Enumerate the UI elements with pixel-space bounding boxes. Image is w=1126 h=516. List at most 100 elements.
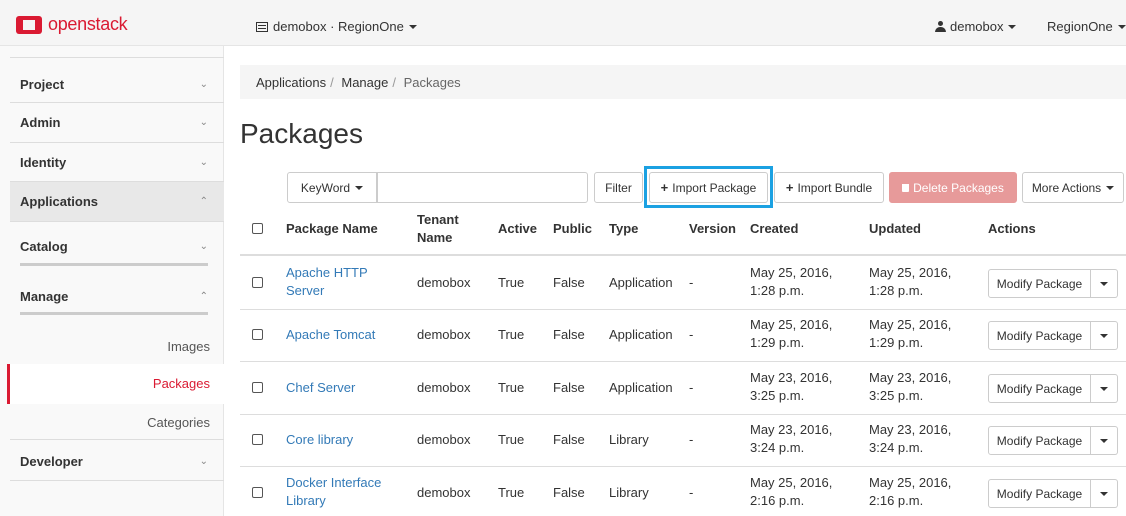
region-menu[interactable]: RegionOne <box>1047 19 1126 34</box>
delete-packages-label: Delete Packages <box>913 180 1004 195</box>
row-checkbox[interactable] <box>252 277 263 288</box>
type-cell: Library <box>609 485 649 500</box>
updated-cell-time: 1:29 p.m. <box>869 335 924 350</box>
sidebar-item-project[interactable]: Project ⌄ <box>10 66 224 103</box>
sidebar-item-label: Identity <box>20 155 67 170</box>
created-cell-time: 2:16 p.m. <box>750 493 805 508</box>
header-updated[interactable]: Updated <box>869 221 921 236</box>
created-cell-date: May 25, 2016, <box>750 317 833 332</box>
tenant-cell: demobox <box>417 432 471 447</box>
header-package-name[interactable]: Package Name <box>286 221 378 236</box>
delete-packages-button[interactable]: Delete Packages <box>889 172 1017 203</box>
created-cell-date: May 25, 2016, <box>750 265 833 280</box>
sidebar-item-admin[interactable]: Admin ⌄ <box>10 103 224 143</box>
sidebar-item-images[interactable]: Images <box>10 330 224 364</box>
header-created[interactable]: Created <box>750 221 798 236</box>
header-tenant-line2[interactable]: Name <box>417 230 452 245</box>
sidebar-item-categories[interactable]: Categories <box>10 406 224 440</box>
type-cell: Application <box>609 275 673 290</box>
version-cell: - <box>689 327 694 342</box>
modify-package-button[interactable]: Modify Package <box>988 269 1091 298</box>
header-public[interactable]: Public <box>553 221 592 236</box>
modify-package-button[interactable]: Modify Package <box>988 321 1091 350</box>
modify-package-button[interactable]: Modify Package <box>988 374 1091 403</box>
package-name-link[interactable]: Docker Interface <box>286 475 381 490</box>
sidebar-item-applications[interactable]: Applications ⌃ <box>10 182 224 222</box>
type-cell: Library <box>609 432 649 447</box>
import-bundle-button[interactable]: + Import Bundle <box>774 172 884 203</box>
sidebar-item-label: Applications <box>20 194 99 209</box>
modify-package-button[interactable]: Modify Package <box>988 426 1091 455</box>
type-cell: Application <box>609 380 673 395</box>
header-version[interactable]: Version <box>689 221 736 236</box>
version-cell: - <box>689 432 694 447</box>
chevron-down-icon: ⌄ <box>199 79 208 90</box>
package-name-link[interactable]: Core library <box>286 432 353 447</box>
top-navbar: openstack demobox · RegionOne demobox Re… <box>0 0 1126 46</box>
row-checkbox[interactable] <box>252 434 263 445</box>
updated-cell-time: 1:28 p.m. <box>869 283 924 298</box>
user-menu[interactable]: demobox <box>935 19 1017 34</box>
filter-field-label: KeyWord <box>300 180 351 195</box>
created-cell-time: 1:28 p.m. <box>750 283 805 298</box>
import-package-button[interactable]: + Import Package <box>649 172 768 203</box>
chevron-down-icon: ⌄ <box>199 157 208 168</box>
sidebar-item-developer[interactable]: Developer ⌄ <box>10 443 224 481</box>
type-cell: Application <box>609 327 673 342</box>
version-cell: - <box>689 275 694 290</box>
header-tenant-line1[interactable]: Tenant <box>417 212 459 227</box>
sidebar-item-catalog[interactable]: Catalog ⌄ <box>10 222 224 274</box>
trash-icon <box>902 183 910 192</box>
public-cell: False <box>553 275 585 290</box>
sidebar-top-strip <box>10 46 224 58</box>
package-name-link[interactable]: Apache Tomcat <box>286 327 375 342</box>
package-name-link[interactable]: Apache HTTP <box>286 265 368 280</box>
updated-cell-time: 3:24 p.m. <box>869 440 924 455</box>
select-all-checkbox[interactable] <box>252 223 263 234</box>
public-cell: False <box>553 380 585 395</box>
sidebar-item-packages[interactable]: Packages <box>7 364 224 404</box>
active-cell: True <box>498 275 525 290</box>
project-switcher-label: demobox · RegionOne <box>273 19 404 34</box>
created-cell-time: 3:25 p.m. <box>750 388 805 403</box>
more-actions-label: More Actions <box>1031 180 1102 195</box>
breadcrumb-packages: Packages <box>403 75 461 90</box>
package-name-link-line2[interactable]: Library <box>286 493 326 508</box>
package-name-link[interactable]: Chef Server <box>286 380 355 395</box>
row-divider <box>240 466 1126 467</box>
sidebar-item-label: Catalog <box>20 239 68 254</box>
row-checkbox[interactable] <box>252 487 263 498</box>
filter-button[interactable]: Filter <box>594 172 643 203</box>
more-actions-button[interactable]: More Actions <box>1022 172 1124 203</box>
modify-package-button[interactable]: Modify Package <box>988 479 1091 508</box>
updated-cell-date: May 23, 2016, <box>869 370 952 385</box>
action-dropdown-toggle[interactable] <box>1091 426 1118 455</box>
header-active[interactable]: Active <box>498 221 537 236</box>
row-divider <box>240 309 1126 310</box>
project-switcher[interactable]: demobox · RegionOne <box>256 19 417 34</box>
openstack-logo[interactable]: openstack <box>16 14 128 35</box>
sidebar-item-label: Developer <box>20 454 83 469</box>
header-type[interactable]: Type <box>609 221 638 236</box>
tenant-cell: demobox <box>417 327 471 342</box>
active-cell: True <box>498 485 525 500</box>
sidebar-item-identity[interactable]: Identity ⌄ <box>10 143 224 182</box>
breadcrumb-manage[interactable]: Manage <box>341 75 388 90</box>
action-dropdown-toggle[interactable] <box>1091 321 1118 350</box>
chevron-up-icon: ⌃ <box>199 196 208 207</box>
row-checkbox[interactable] <box>252 382 263 393</box>
filter-field-dropdown[interactable]: KeyWord <box>287 172 377 203</box>
created-cell-time: 1:29 p.m. <box>750 335 805 350</box>
filter-input[interactable] <box>377 172 588 203</box>
action-dropdown-toggle[interactable] <box>1091 374 1118 403</box>
row-checkbox[interactable] <box>252 329 263 340</box>
package-name-link-line2[interactable]: Server <box>286 283 324 298</box>
action-dropdown-toggle[interactable] <box>1091 479 1118 508</box>
created-cell-date: May 23, 2016, <box>750 370 833 385</box>
tenant-cell: demobox <box>417 485 471 500</box>
action-dropdown-toggle[interactable] <box>1091 269 1118 298</box>
breadcrumb-applications[interactable]: Applications <box>256 75 326 90</box>
row-action-group: Modify Package <box>988 426 1118 455</box>
user-icon <box>935 21 946 32</box>
catalog-underline <box>20 263 208 266</box>
